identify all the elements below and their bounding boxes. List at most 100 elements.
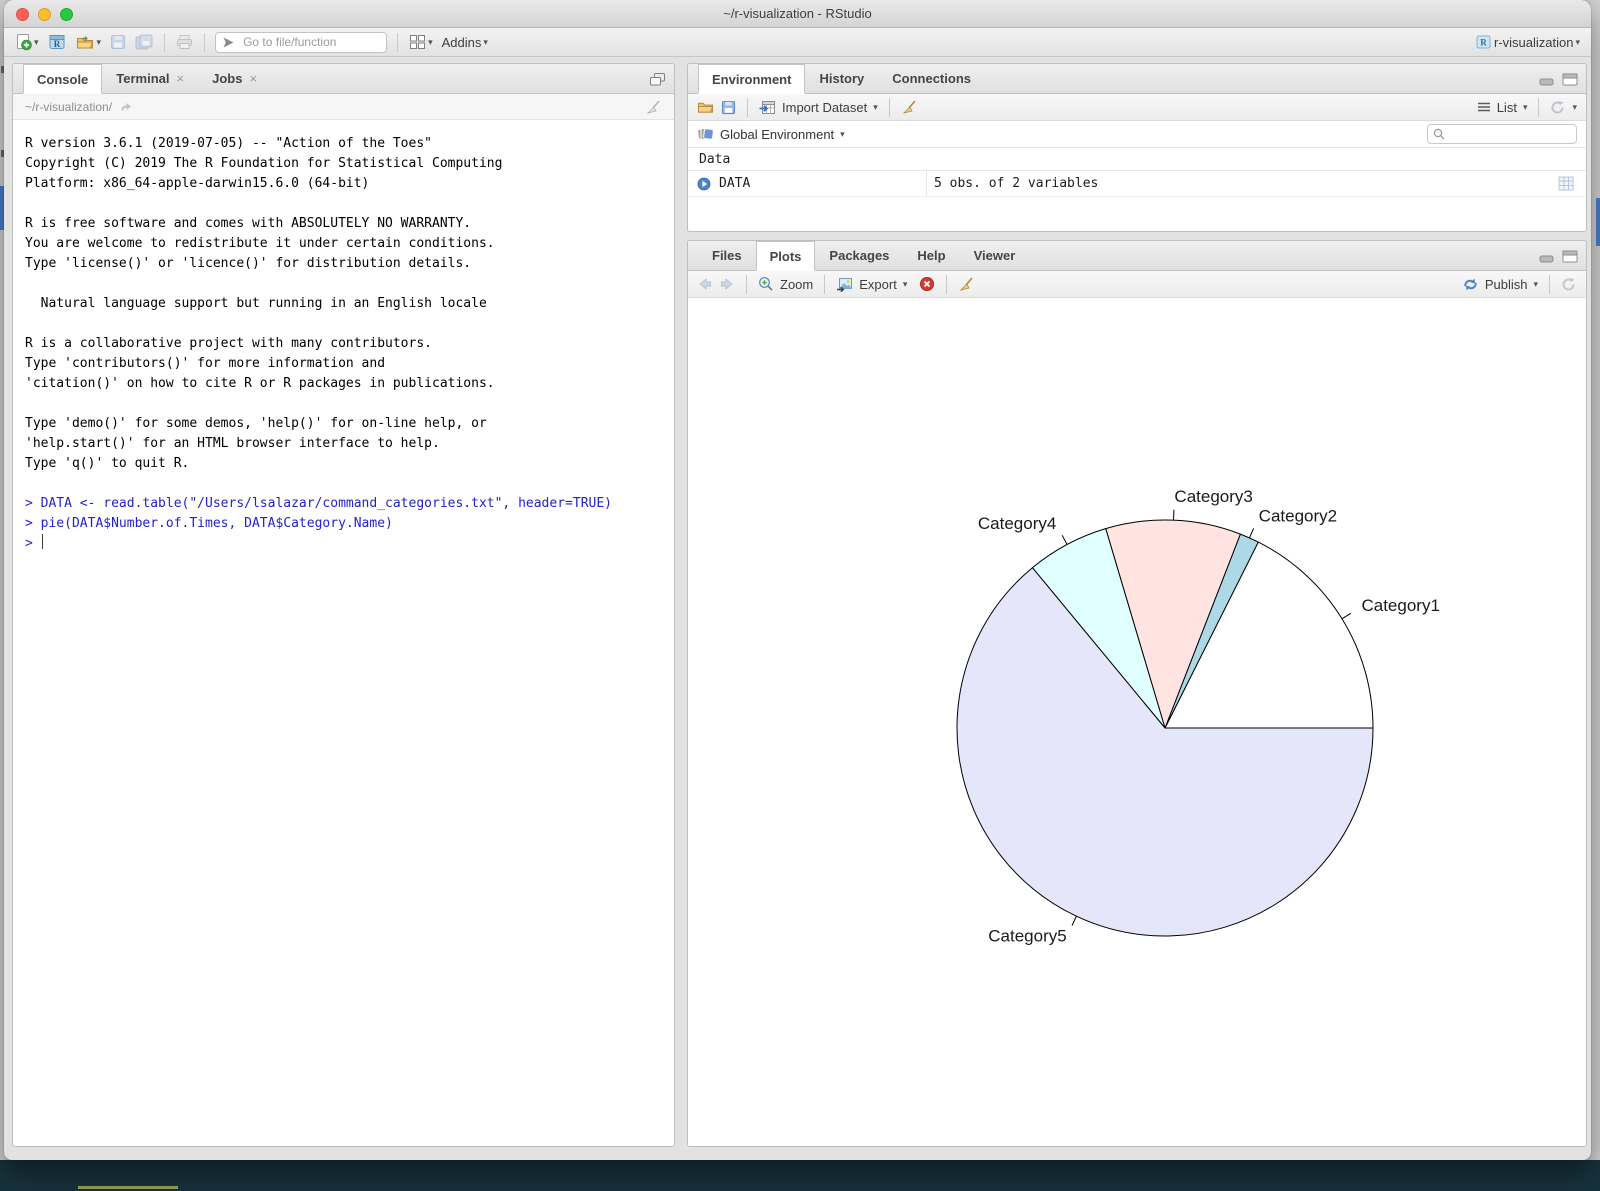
- r-project-icon: R: [48, 33, 67, 51]
- save-all-icon: [135, 34, 153, 50]
- chevron-down-icon: ▾: [428, 38, 433, 47]
- pie-label: Category4: [978, 514, 1056, 533]
- tab-history[interactable]: History: [805, 64, 878, 93]
- clear-all-plots-icon[interactable]: [958, 276, 975, 292]
- previous-plot-icon[interactable]: [697, 277, 713, 291]
- list-view-icon: [1477, 101, 1491, 113]
- background-window-bar: [0, 1160, 1600, 1191]
- pie-label-tick: [1249, 528, 1253, 538]
- import-dataset-icon: [759, 100, 776, 115]
- tab-viewer[interactable]: Viewer: [960, 241, 1030, 270]
- tab-jobs-label: Jobs: [212, 71, 242, 86]
- new-project-button[interactable]: R: [45, 31, 70, 53]
- chevron-down-icon: ▾: [1575, 38, 1580, 47]
- plots-toolbar: Zoom Export ▾ Publish: [688, 271, 1586, 298]
- restore-pane-icon[interactable]: [649, 72, 666, 87]
- pie-label: Category2: [1259, 506, 1337, 525]
- pie-label: Category5: [988, 926, 1066, 945]
- close-window-button[interactable]: [16, 8, 29, 21]
- tab-connections[interactable]: Connections: [878, 64, 985, 93]
- maximize-pane-icon[interactable]: [1562, 73, 1578, 86]
- addins-button[interactable]: Addins ▾: [439, 33, 491, 52]
- chevron-down-icon: ▾: [483, 38, 488, 47]
- tab-files[interactable]: Files: [698, 241, 756, 270]
- console-output[interactable]: R version 3.6.1 (2019-07-05) -- "Action …: [13, 120, 674, 554]
- minimize-pane-icon[interactable]: [1539, 73, 1555, 86]
- pie-label: Category3: [1174, 487, 1252, 506]
- chevron-down-icon: ▾: [873, 103, 878, 112]
- goto-arrow-icon: [222, 36, 235, 49]
- zoom-plot-icon: [758, 276, 774, 292]
- refresh-icon[interactable]: [1550, 100, 1566, 115]
- r-project-cube-icon: R: [1475, 34, 1492, 50]
- object-summary: 5 obs. of 2 variables: [934, 176, 1098, 191]
- project-name-label: r-visualization: [1494, 35, 1573, 50]
- environment-toolbar: Import Dataset ▾ List ▾ ▾: [688, 94, 1586, 121]
- go-to-directory-icon[interactable]: [119, 101, 133, 112]
- clear-console-icon[interactable]: [645, 99, 662, 115]
- open-folder-icon: [76, 35, 95, 50]
- environment-pane: Environment History Connections: [687, 63, 1587, 232]
- save-button[interactable]: [107, 32, 129, 52]
- print-button[interactable]: [173, 32, 196, 52]
- tab-jobs[interactable]: Jobs ×: [198, 64, 271, 93]
- tab-plots[interactable]: Plots: [756, 241, 816, 271]
- next-plot-icon[interactable]: [719, 277, 735, 291]
- expand-object-icon[interactable]: [697, 177, 711, 191]
- view-data-grid-icon[interactable]: [1558, 176, 1574, 191]
- chevron-down-icon: ▾: [34, 38, 39, 47]
- environment-object-row[interactable]: DATA 5 obs. of 2 variables: [688, 171, 1586, 197]
- zoom-plot-label[interactable]: Zoom: [780, 277, 813, 292]
- list-view-label[interactable]: List: [1497, 100, 1517, 115]
- export-plot-icon: [836, 277, 853, 292]
- tab-plots-label: Plots: [770, 249, 802, 264]
- new-file-button[interactable]: ▾: [12, 31, 42, 53]
- workbench: Console Terminal × Jobs × ~/r-visualizat: [4, 57, 1591, 1159]
- titlebar: ~/r-visualization - RStudio: [4, 0, 1591, 28]
- minimize-window-button[interactable]: [38, 8, 51, 21]
- load-workspace-icon[interactable]: [697, 100, 715, 114]
- console-tabstrip: Console Terminal × Jobs ×: [13, 64, 674, 94]
- tab-help[interactable]: Help: [903, 241, 959, 270]
- project-menu-button[interactable]: R r-visualization ▾: [1472, 32, 1583, 52]
- close-tab-icon[interactable]: ×: [177, 71, 185, 86]
- minimize-pane-icon[interactable]: [1539, 250, 1555, 263]
- chevron-down-icon: ▾: [1572, 103, 1577, 112]
- addins-label: Addins: [442, 35, 482, 50]
- environment-search-box[interactable]: [1427, 124, 1577, 144]
- import-dataset-label[interactable]: Import Dataset: [782, 100, 867, 115]
- plots-pane: Files Plots Packages Help Viewer: [687, 240, 1587, 1147]
- environment-tabstrip: Environment History Connections: [688, 64, 1586, 94]
- clear-environment-icon[interactable]: [901, 99, 918, 115]
- maximize-pane-icon[interactable]: [1562, 250, 1578, 263]
- environment-section-header: Data: [688, 148, 1586, 171]
- working-directory: ~/r-visualization/: [25, 100, 112, 114]
- publish-label[interactable]: Publish: [1485, 277, 1528, 292]
- printer-icon: [176, 34, 193, 50]
- goto-file-function-box[interactable]: [215, 32, 387, 53]
- tab-terminal[interactable]: Terminal ×: [102, 64, 198, 93]
- window-title: ~/r-visualization - RStudio: [4, 0, 1591, 28]
- tab-console[interactable]: Console: [23, 64, 102, 94]
- refresh-plot-icon[interactable]: [1561, 277, 1577, 292]
- tab-environment[interactable]: Environment: [698, 64, 805, 94]
- environment-search-input[interactable]: [1449, 126, 1569, 142]
- environment-scope-label[interactable]: Global Environment: [720, 127, 834, 142]
- close-tab-icon[interactable]: ×: [249, 71, 257, 86]
- chevron-down-icon: ▾: [97, 38, 102, 47]
- plots-tabstrip: Files Plots Packages Help Viewer: [688, 241, 1586, 271]
- export-plot-label[interactable]: Export: [859, 277, 897, 292]
- tab-files-label: Files: [712, 248, 742, 263]
- open-file-button[interactable]: ▾: [73, 33, 105, 52]
- tab-console-label: Console: [37, 72, 88, 87]
- save-all-button[interactable]: [132, 32, 156, 52]
- pie-label-tick: [1342, 613, 1351, 618]
- zoom-window-button[interactable]: [60, 8, 73, 21]
- remove-plot-icon[interactable]: [919, 276, 935, 292]
- save-workspace-icon[interactable]: [721, 100, 736, 115]
- pie-label-tick: [1072, 916, 1076, 925]
- pane-layout-button[interactable]: ▾: [406, 32, 436, 52]
- goto-input[interactable]: [241, 34, 371, 50]
- tab-packages[interactable]: Packages: [815, 241, 903, 270]
- tab-history-label: History: [819, 71, 864, 86]
